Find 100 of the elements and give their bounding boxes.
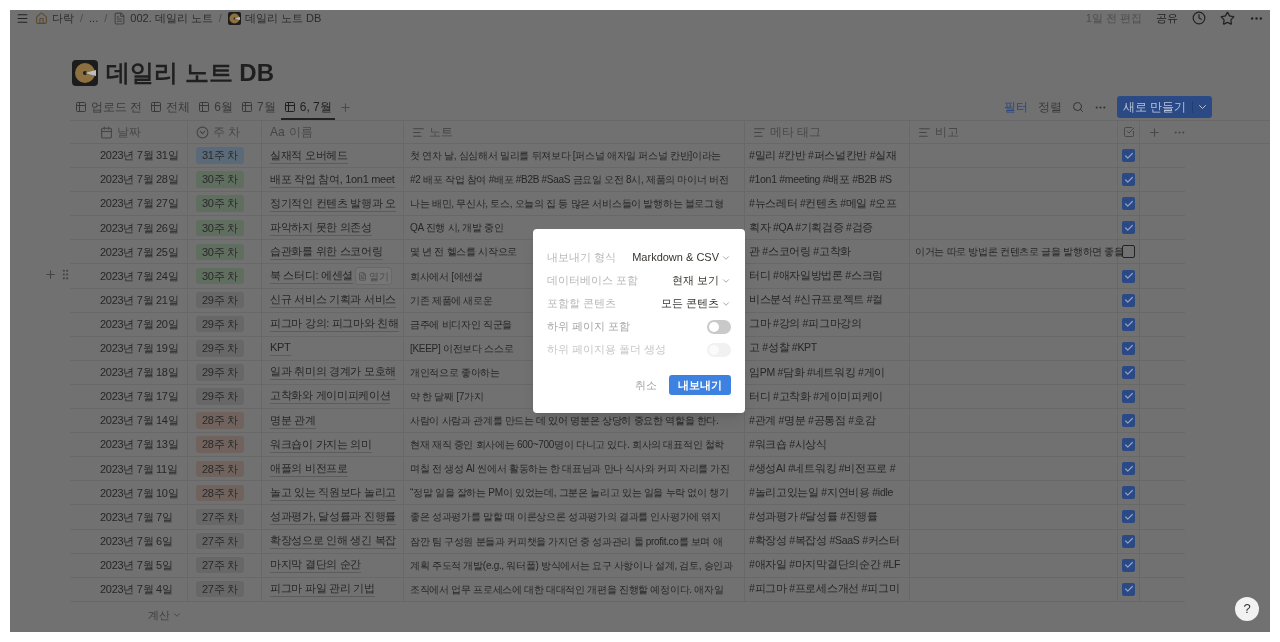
page-title-link[interactable]: 배포 작업 참여, 1on1 meet bbox=[270, 171, 395, 188]
checkbox[interactable] bbox=[1122, 293, 1135, 307]
breadcrumb-link[interactable]: 다락 bbox=[52, 9, 74, 27]
page-title-link[interactable]: 피그마 강의: 피그마와 친해 bbox=[270, 316, 399, 333]
week-tag: 30주 차 bbox=[196, 243, 244, 261]
note-cell-text: [KEEP] 이전보다 스스로 bbox=[410, 341, 514, 356]
note-cell-text: “정말 일을 잘하는 PM이 있었는데, 그분은 놀리고 있는 일을 누락 없이 챙기 bbox=[410, 486, 729, 501]
text-lines-icon bbox=[753, 125, 766, 139]
cancel-button[interactable]: 취소 bbox=[635, 376, 657, 394]
week-tag: 29주 차 bbox=[196, 364, 244, 381]
breadcrumb-separator: / bbox=[218, 10, 222, 26]
checkbox[interactable] bbox=[1122, 149, 1135, 163]
search-icon[interactable] bbox=[1071, 101, 1084, 113]
checkbox[interactable] bbox=[1122, 486, 1135, 500]
page-title-link[interactable]: 정기적인 컨텐츠 발행과 오 bbox=[270, 195, 396, 212]
checkbox[interactable] bbox=[1122, 510, 1135, 524]
check-icon bbox=[1123, 150, 1134, 161]
check-icon bbox=[1123, 584, 1134, 595]
add-column-icon[interactable] bbox=[1148, 125, 1161, 139]
checkbox[interactable] bbox=[1122, 414, 1135, 428]
page-title-link[interactable]: 북 스터디: 에센셜 bbox=[270, 268, 354, 284]
checkbox[interactable] bbox=[1122, 269, 1135, 283]
date-cell-text: 2023년 7월 10일 bbox=[100, 485, 179, 501]
breadcrumb-link[interactable]: ... bbox=[89, 9, 99, 27]
checkbox[interactable] bbox=[1122, 534, 1135, 548]
page-title-link[interactable]: 명분 관계 bbox=[270, 412, 316, 429]
option-label: 내보내기 형식 bbox=[547, 250, 617, 266]
page-icon bbox=[358, 271, 368, 281]
breadcrumb-link[interactable]: 데일리 노트 DB bbox=[244, 9, 322, 27]
help-button[interactable]: ? bbox=[1235, 597, 1259, 621]
date-cell-text: 2023년 7월 28일 bbox=[100, 172, 179, 188]
view-tab[interactable]: 6, 7월 bbox=[280, 96, 335, 120]
week-tag: 28주 차 bbox=[196, 484, 244, 502]
filter-button[interactable]: 필터 bbox=[1003, 98, 1028, 116]
checkbox[interactable] bbox=[1122, 317, 1135, 331]
add-row-icon[interactable] bbox=[44, 268, 57, 282]
option-dropdown[interactable]: Markdown & CSV bbox=[632, 249, 731, 266]
page-title-link[interactable]: 파악하지 못한 의존성 bbox=[270, 219, 372, 236]
tags-cell-text: #뉴스레터 #컨텐츠 #메일 #오프 bbox=[749, 195, 897, 211]
page-title-link[interactable]: 고착화와 게이미피케이션 bbox=[270, 388, 391, 405]
page-title-link[interactable]: 피그마 파일 관리 기법 bbox=[270, 581, 375, 598]
share-button[interactable]: 공유 bbox=[1156, 9, 1178, 27]
checkbox[interactable] bbox=[1122, 365, 1135, 379]
page-title-link[interactable]: 애플의 비전프로 bbox=[270, 460, 348, 477]
week-tag: 31주 차 bbox=[196, 147, 244, 164]
checkbox[interactable] bbox=[1122, 341, 1135, 355]
page-title-link[interactable]: 놀고 있는 직원보다 놀리고 bbox=[270, 484, 396, 501]
disc-icon bbox=[227, 11, 241, 25]
note-cell-text: 개인적으로 좋아하는 bbox=[410, 365, 500, 380]
option-label: 포함할 콘텐츠 bbox=[547, 296, 617, 312]
check-icon bbox=[1123, 511, 1134, 522]
checkbox[interactable] bbox=[1122, 197, 1135, 211]
option-dropdown[interactable]: 모든 콘텐츠 bbox=[660, 295, 731, 312]
add-view-icon[interactable] bbox=[338, 101, 352, 114]
table-icon bbox=[283, 101, 296, 113]
tags-cell-text: #피그마 #프로세스개선 #피그미 bbox=[749, 581, 900, 597]
house-icon bbox=[35, 11, 48, 25]
week-tag: 28주 차 bbox=[196, 460, 244, 477]
page-title-link[interactable]: KPT bbox=[270, 340, 291, 357]
tags-cell: 터디 #애자일방법론 #스크럼 bbox=[749, 268, 883, 284]
check-icon bbox=[1123, 198, 1134, 209]
checkbox[interactable] bbox=[1122, 462, 1135, 476]
export-button[interactable]: 내보내기 bbox=[669, 375, 731, 395]
option-dropdown[interactable]: 현재 보기 bbox=[671, 272, 731, 289]
note-cell-text: #2 배포 작업 참여 #배포 #B2B #SaaS 금요일 오전 8시, 제품의 마이너 버전 bbox=[410, 173, 729, 188]
tags-cell-text: #워크숍 #시상식 bbox=[749, 436, 827, 452]
checkbox[interactable] bbox=[1122, 438, 1135, 452]
page-title-link[interactable]: 실재적 오버헤드 bbox=[270, 147, 348, 164]
week-tag: 29주 차 bbox=[196, 388, 244, 405]
check-icon bbox=[1123, 560, 1134, 571]
note-cell-text: 회사에서 [에센셜 bbox=[410, 269, 483, 284]
star-icon[interactable] bbox=[1220, 10, 1235, 26]
page-title-link[interactable]: 습관화를 위한 스코어링 bbox=[270, 243, 383, 260]
page-title-link[interactable]: 일과 취미의 경계가 모호해 bbox=[270, 364, 396, 381]
check-icon bbox=[1123, 174, 1134, 185]
checkbox[interactable] bbox=[1122, 390, 1135, 403]
week-tag: 29주 차 bbox=[196, 340, 244, 357]
tags-cell: 관 #스코어링 #고착화 bbox=[749, 244, 851, 260]
tags-cell-text: 그마 #강의 #피그마강의 bbox=[749, 316, 862, 332]
tags-cell: #성과평가 #달성률 #진행률 bbox=[749, 509, 878, 525]
checkbox[interactable] bbox=[1122, 245, 1135, 259]
page-title-link[interactable]: 성과평가, 달성률과 진행률 bbox=[270, 508, 396, 525]
page-title-link[interactable]: 확장성으로 인해 생긴 복잡 bbox=[270, 533, 396, 550]
note-cell-text: 약 한 달째 [7가지 bbox=[410, 390, 484, 404]
menu-icon[interactable] bbox=[16, 11, 29, 25]
date-cell-text: 2023년 7월 7일 bbox=[100, 509, 173, 525]
page-title-link[interactable]: 워크숍이 가지는 의미 bbox=[270, 436, 372, 453]
page-title-link[interactable]: 신규 서비스 기획과 서비스 bbox=[270, 292, 396, 309]
table-icon bbox=[198, 101, 211, 113]
check-icon bbox=[1123, 487, 1134, 498]
toggle-switch[interactable] bbox=[707, 319, 731, 334]
page-title-link[interactable]: 마지막 결단의 순간 bbox=[270, 557, 362, 574]
breadcrumb-link[interactable]: 002. 데일리 노트 bbox=[130, 9, 213, 27]
checkbox[interactable] bbox=[1122, 221, 1135, 235]
checkbox[interactable] bbox=[1122, 582, 1135, 596]
clock-icon[interactable] bbox=[1192, 11, 1206, 25]
week-tag: 28주 차 bbox=[196, 436, 244, 453]
checkbox[interactable] bbox=[1122, 173, 1135, 187]
checkbox[interactable] bbox=[1122, 558, 1135, 572]
check-icon bbox=[1123, 439, 1134, 450]
